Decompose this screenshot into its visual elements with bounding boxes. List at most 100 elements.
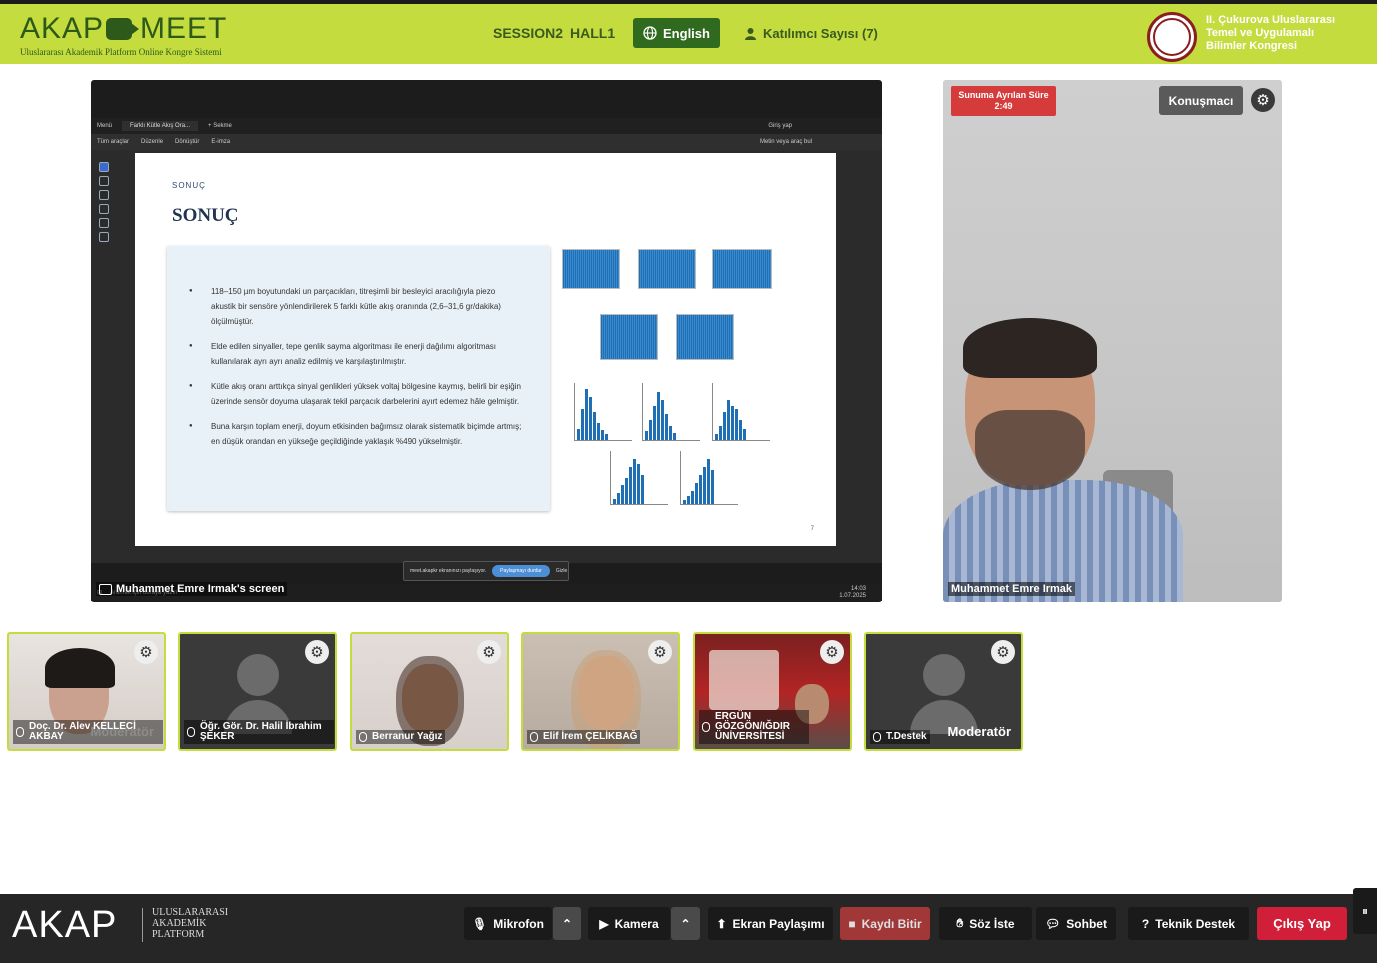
speaker-role-button[interactable]: Konuşmacı [1159,86,1243,115]
participant-name-text: T.Destek [886,731,927,742]
chevron-up-icon: ⌃ [680,916,691,931]
hall-label: HALL1 [570,25,616,41]
participant-name: Öğr. Gör. Dr. Halil İbrahim ŞEKER [184,720,334,744]
footer-divider [142,908,143,942]
participant-tile[interactable]: ⚙ Moderatör T.Destek [864,632,1023,751]
gear-icon[interactable]: ⚙ [134,640,158,664]
screen-owner-name: Muhammet Emre Irmak's screen [116,583,285,595]
gear-icon[interactable]: ⚙ [305,640,329,664]
language-label: English [663,25,710,41]
mic-muted-icon [873,732,881,742]
screen-share-notice: meet.akapkr ekranınızı paylaşıyor. Payla… [403,561,569,581]
pause-icon: ⏸︎ [1361,903,1368,918]
participant-name-text: Öğr. Gör. Dr. Halil İbrahim ŞEKER [200,721,322,742]
cursor-tool-icon [99,162,109,172]
language-button[interactable]: English [633,18,720,48]
microphone-button[interactable]: 🎙︎ Mikrofon [464,907,552,940]
camera-label: Kamera [614,916,659,931]
camera-button[interactable]: ▶︎ Kamera [588,907,670,940]
exit-button[interactable]: Çıkış Yap [1257,907,1347,940]
mic-muted-icon [702,722,710,732]
footer-sub-line: PLATFORM [152,929,205,940]
slide-figures [560,241,790,516]
share-screen-button[interactable]: ⬆︎ Ekran Paylaşımı [708,907,833,940]
pdf-sidebar [95,158,113,548]
akap-footer-logo: AKAP [12,904,118,946]
participant-name: ERGÜN GÖZGÖN/IĞDIR ÜNİVERSİTESİ [699,710,809,744]
speaker-video-tile[interactable]: Sunuma Ayrılan Süre 2:49 Konuşmacı ⚙ Muh… [943,80,1282,602]
speaker-hair [963,318,1097,378]
participant-tile[interactable]: ⚙ ERGÜN GÖZGÖN/IĞDIR ÜNİVERSİTESİ [693,632,852,751]
taskbar-time: 14:03 [850,585,866,592]
browser-tab-bar: Menü Farklı Kütle Akış Ora... + Sekme Gi… [91,118,882,134]
congress-line-3: Bilimler Kongresi [1206,40,1298,52]
stop-sharing-button[interactable]: Paylaşmayı durdur [492,565,550,577]
histogram-plot [642,383,700,441]
video-camera-icon [106,18,140,40]
avatar-placeholder-icon [237,654,279,696]
technical-support-label: Teknik Destek [1155,916,1236,931]
gear-icon[interactable]: ⚙ [820,640,844,664]
participant-name-text: Doç. Dr. Alev KELLECİ AKBAY [29,721,136,742]
gear-icon[interactable]: ⚙ [1251,88,1275,112]
participant-tile[interactable]: ⚙ Elif İrem ÇELİKBAĞ [521,632,680,751]
participant-name-text: Berranur Yağız [372,731,443,742]
slide-kicker: SONUÇ [172,181,206,190]
participant-hair [45,648,115,688]
gear-icon[interactable]: ⚙ [477,640,501,664]
stop-square-icon: ■ [848,916,856,931]
chat-button[interactable]: 💬︎ Sohbet [1036,907,1116,940]
signal-plot [712,249,772,289]
microphone-label: Mikrofon [493,916,544,931]
slide-bullet: 118–150 µm boyutundaki un parçacıkları, … [189,284,522,329]
mic-muted-icon [530,732,538,742]
congress-line-2: Temel ve Uygulamalı [1206,27,1315,39]
lasso-tool-icon [99,204,109,214]
taskbar-date: 1.07.2025 [839,592,866,599]
top-header: AKAP MEET Uluslararası Akademik Platform … [0,0,1377,64]
browser-tab: Farklı Kütle Akış Ora... [122,121,199,131]
signal-plot [638,249,696,289]
participant-name: Doç. Dr. Alev KELLECİ AKBAY [13,720,163,744]
technical-support-button[interactable]: ? Teknik Destek [1128,907,1249,940]
participant-tile[interactable]: ⚙ Berranur Yağız [350,632,509,751]
microphone-options-button[interactable]: ⌃ [553,907,581,940]
globe-icon [643,26,657,40]
participants-count-button[interactable]: Katılımcı Sayısı (7) [744,26,878,41]
screen-share-panel[interactable]: Menü Farklı Kütle Akış Ora... + Sekme Gi… [91,80,882,602]
stop-recording-button[interactable]: ■ Kaydı Bitir [840,907,930,940]
participant-tile[interactable]: ⚙ Öğr. Gör. Dr. Halil İbrahim ŞEKER [178,632,337,751]
logo-suffix: MEET [140,12,228,45]
pdf-search: Metin veya araç bul [759,139,812,145]
screen-share-icon [99,583,112,595]
pdf-tool: Düzenle [141,139,164,145]
congress-seal-logo [1147,12,1197,62]
camera-options-button[interactable]: ⌃ [671,907,700,940]
timer-value: 2:49 [994,101,1013,111]
help-circle-icon: ? [1141,916,1150,931]
raise-hand-button[interactable]: ✋︎ Söz İste [939,907,1032,940]
side-panel-toggle[interactable]: ⏸︎ [1353,888,1377,934]
pdf-tool: Dönüştür [175,139,200,145]
slide-bullet: Elde edilen sinyaller, tepe genlik sayma… [189,339,522,369]
participant-name-text: ERGÜN GÖZGÖN/IĞDIR ÜNİVERSİTESİ [715,711,790,742]
avatar-placeholder-icon [923,654,965,696]
comment-tool-icon [99,176,109,186]
session-label: SESSION2 [493,25,564,41]
gear-icon[interactable]: ⚙ [991,640,1015,664]
participant-tile[interactable]: ⚙ Moderatör Doç. Dr. Alev KELLECİ AKBAY [7,632,166,751]
sign-tool-icon [99,232,109,242]
signal-plot [562,249,620,289]
participant-video [709,650,779,710]
signal-plot [600,314,658,360]
congress-title: II. Çukurova Uluslararası Temel ve Uygul… [1206,14,1335,53]
share-screen-label: Ekran Paylaşımı [732,916,825,931]
akap-meet-logo[interactable]: AKAP MEET Uluslararası Akademik Platform … [20,12,227,57]
text-tool-icon [99,218,109,228]
speaker-beard [975,410,1085,490]
hide-notice-button[interactable]: Gizle [556,568,567,574]
stop-recording-label: Kaydı Bitir [861,916,922,931]
camera-off-icon: ▶︎ [599,916,609,931]
histogram-plot [712,383,770,441]
gear-icon[interactable]: ⚙ [648,640,672,664]
